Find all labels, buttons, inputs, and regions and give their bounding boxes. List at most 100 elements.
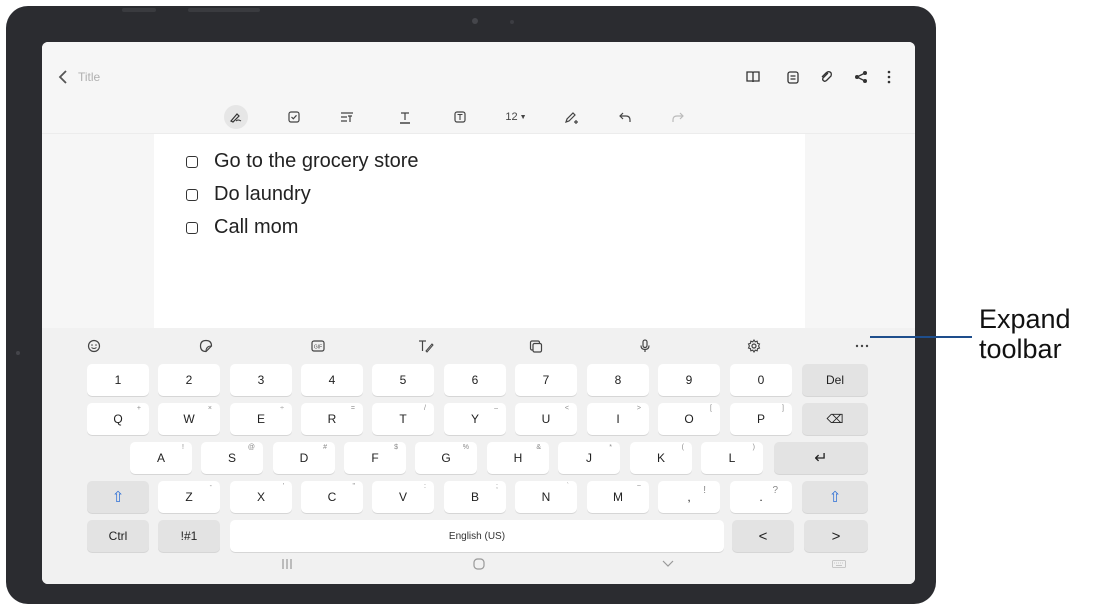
pen-icon[interactable] xyxy=(224,105,248,129)
todo-checkbox[interactable] xyxy=(186,155,198,168)
key[interactable]: 6 xyxy=(444,364,506,396)
key[interactable]: V: xyxy=(372,481,434,513)
key[interactable]: G% xyxy=(415,442,477,474)
enter-icon: ↵ xyxy=(814,450,828,467)
key[interactable]: Z- xyxy=(158,481,220,513)
shift-icon: ⇧ xyxy=(828,489,842,506)
key[interactable]: ,! xyxy=(658,481,720,513)
callout-line2: toolbar xyxy=(979,334,1062,364)
key[interactable]: K( xyxy=(630,442,692,474)
key[interactable]: 4 xyxy=(301,364,363,396)
key[interactable]: 5 xyxy=(372,364,434,396)
key[interactable]: 0 xyxy=(730,364,792,396)
chevron-left-icon[interactable] xyxy=(56,68,74,86)
key[interactable]: J * xyxy=(558,442,620,474)
key[interactable]: C " xyxy=(301,481,363,513)
handwriting-icon[interactable] xyxy=(418,338,434,354)
checkbox-icon[interactable] xyxy=(287,105,301,129)
callout-label: Expand toolbar xyxy=(979,304,1071,364)
todo-item[interactable]: Go to the grocery store xyxy=(186,150,419,173)
key[interactable]: I > xyxy=(587,403,649,435)
clipboard-icon[interactable] xyxy=(528,338,544,354)
redo-icon[interactable] xyxy=(671,105,685,129)
key[interactable]: L) xyxy=(701,442,763,474)
key[interactable]: W × xyxy=(158,403,220,435)
shift-key-left[interactable]: ⇧ xyxy=(87,481,149,513)
todo-text: Call mom xyxy=(214,216,299,238)
key[interactable]: H & xyxy=(487,442,549,474)
key[interactable]: 9 xyxy=(658,364,720,396)
emoji-icon[interactable] xyxy=(86,338,102,354)
document-icon[interactable] xyxy=(784,68,802,86)
key[interactable]: 2 xyxy=(158,364,220,396)
volume-button xyxy=(122,8,156,12)
book-icon[interactable] xyxy=(744,68,762,86)
key[interactable]: 3 xyxy=(230,364,292,396)
expand-toolbar-icon[interactable] xyxy=(854,338,870,354)
tablet-frame: Title 12 ▼ Go to the grocery store Do la… xyxy=(6,6,936,604)
key[interactable]: F $ xyxy=(344,442,406,474)
key[interactable]: O[ xyxy=(658,403,720,435)
todo-checkbox[interactable] xyxy=(186,221,198,234)
key[interactable]: E ÷ xyxy=(230,403,292,435)
microphone-icon[interactable] xyxy=(637,338,653,354)
svg-text:GIF: GIF xyxy=(314,344,322,350)
caret-down-icon: ▼ xyxy=(519,113,527,121)
chevron-right-icon: > xyxy=(831,527,841,545)
text-color-icon[interactable] xyxy=(398,105,412,129)
key[interactable]: D # xyxy=(273,442,335,474)
todo-text: Go to the grocery store xyxy=(214,150,419,172)
keyboard: GIF 1 2 3 4 5 6 7 8 9 0 Del Q + W × E ÷ … xyxy=(42,328,915,584)
undo-icon[interactable] xyxy=(618,105,632,129)
key[interactable]: R = xyxy=(301,403,363,435)
key[interactable]: 7 xyxy=(515,364,577,396)
enter-key[interactable]: ↵ xyxy=(774,442,868,474)
font-size-dropdown[interactable]: 12 ▼ xyxy=(504,105,528,129)
todo-text: Do laundry xyxy=(214,183,311,205)
recent-apps-icon[interactable] xyxy=(280,555,294,573)
key[interactable]: M ~ xyxy=(587,481,649,513)
key[interactable]: A! xyxy=(130,442,192,474)
delete-key[interactable]: Del xyxy=(802,364,868,396)
key[interactable]: T / xyxy=(372,403,434,435)
format-toolbar: 12 ▼ xyxy=(42,100,915,134)
gif-icon[interactable]: GIF xyxy=(310,338,326,354)
key[interactable]: U < xyxy=(515,403,577,435)
key[interactable]: N ` xyxy=(515,481,577,513)
text-box-icon[interactable] xyxy=(453,105,467,129)
text-style-icon[interactable] xyxy=(340,105,354,129)
keyboard-icon[interactable] xyxy=(830,555,848,573)
microphone-hole xyxy=(16,351,20,355)
attachment-icon[interactable] xyxy=(817,68,835,86)
chevron-left-icon: < xyxy=(758,527,768,545)
shift-key-right[interactable]: ⇧ xyxy=(802,481,868,513)
stage: Title 12 ▼ Go to the grocery store Do la… xyxy=(0,0,1118,608)
todo-checkbox[interactable] xyxy=(186,188,198,201)
key[interactable]: S @ xyxy=(201,442,263,474)
note-title[interactable]: Title xyxy=(78,70,100,84)
backspace-key[interactable]: ⌫ xyxy=(802,403,868,435)
screen: Title 12 ▼ Go to the grocery store Do la… xyxy=(42,42,915,584)
key[interactable]: X ' xyxy=(230,481,292,513)
light-sensor xyxy=(510,20,514,24)
todo-item[interactable]: Call mom xyxy=(186,216,298,239)
callout-line1: Expand xyxy=(979,304,1071,334)
front-camera xyxy=(472,18,478,24)
key[interactable]: 1 xyxy=(87,364,149,396)
key[interactable]: Y – xyxy=(444,403,506,435)
key[interactable]: P] xyxy=(730,403,792,435)
app-header: Title xyxy=(42,42,915,100)
key[interactable]: B; xyxy=(444,481,506,513)
home-icon[interactable] xyxy=(471,555,487,573)
share-icon[interactable] xyxy=(852,68,870,86)
todo-item[interactable]: Do laundry xyxy=(186,183,311,206)
highlighter-icon[interactable] xyxy=(563,105,579,129)
backspace-icon: ⌫ xyxy=(826,412,844,426)
settings-icon[interactable] xyxy=(746,338,762,354)
key[interactable]: .? xyxy=(730,481,792,513)
hide-keyboard-icon[interactable] xyxy=(660,555,676,573)
key[interactable]: Q + xyxy=(87,403,149,435)
sticker-icon[interactable] xyxy=(198,338,214,354)
key[interactable]: 8 xyxy=(587,364,649,396)
more-vertical-icon[interactable] xyxy=(880,68,898,86)
